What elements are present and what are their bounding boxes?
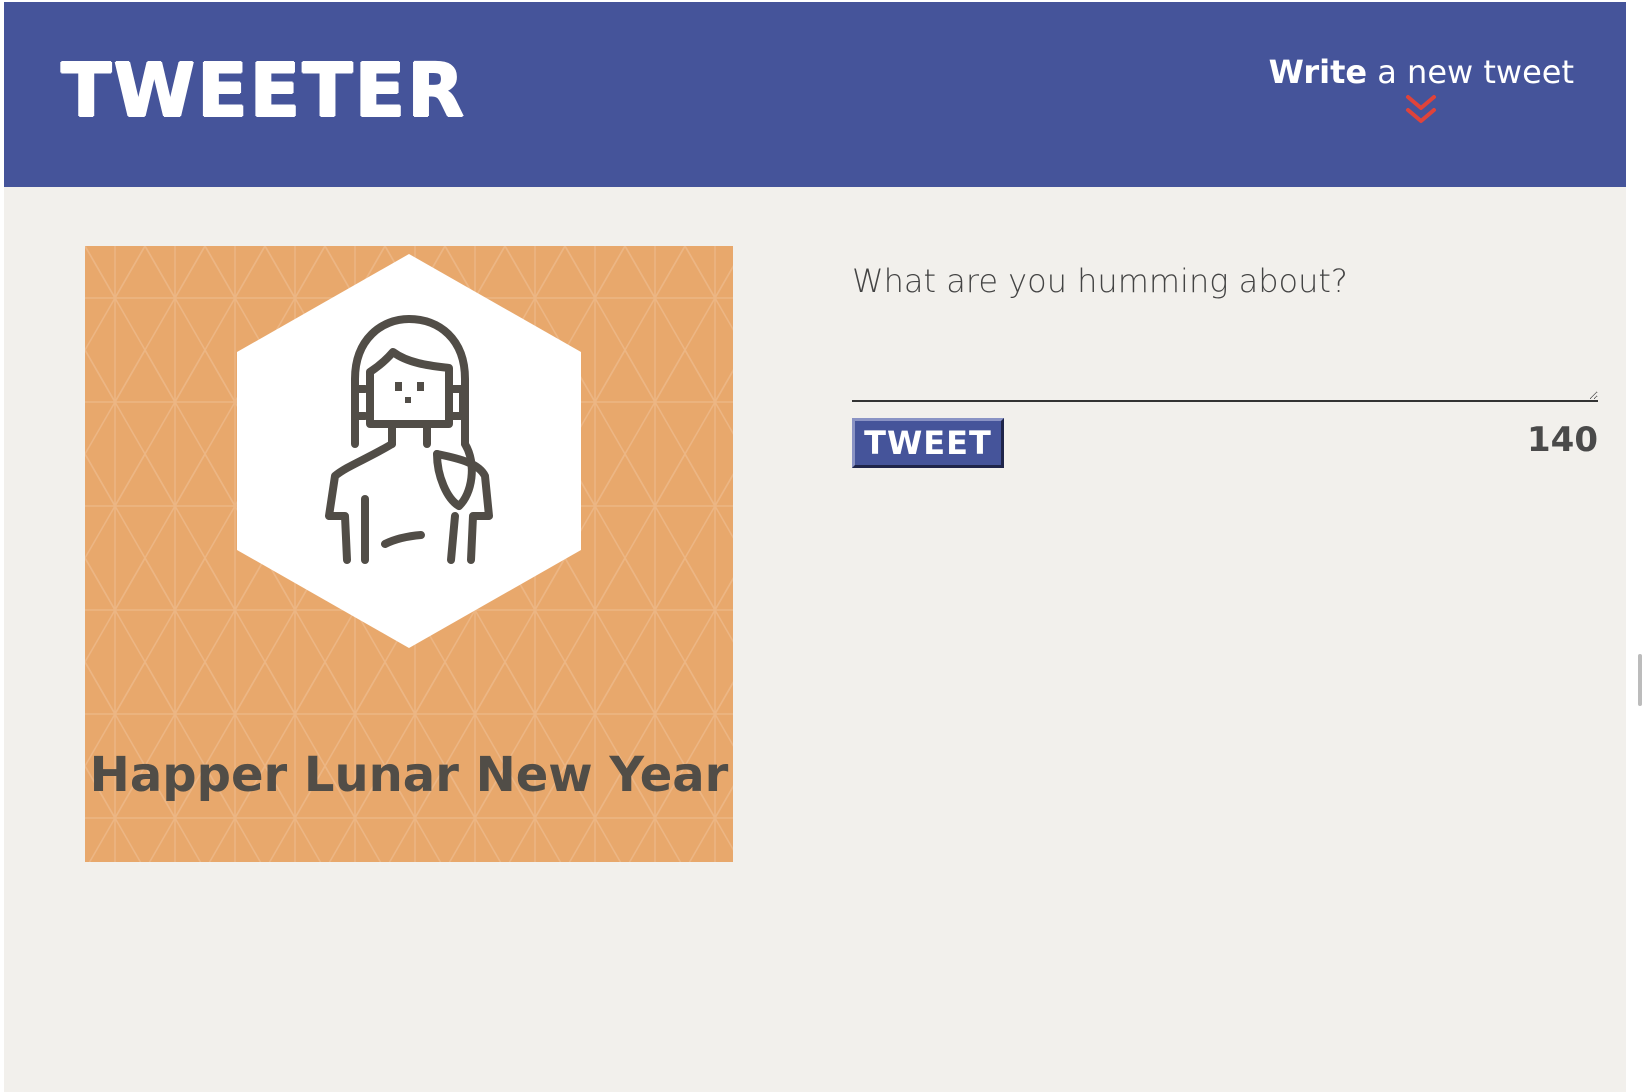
top-nav: TWEETER Write a new tweet — [4, 2, 1626, 187]
tweet-composer: TWEET 140 — [852, 262, 1598, 472]
logo: TWEETER — [61, 48, 467, 134]
tweet-button[interactable]: TWEET — [852, 418, 1004, 468]
char-counter: 140 — [1527, 420, 1598, 460]
page: TWEETER Write a new tweet Happer Lunar N… — [4, 2, 1626, 1092]
write-label-bold: Write — [1268, 53, 1368, 91]
profile-card: Happer Lunar New Year — [85, 246, 733, 862]
profile-name: Happer Lunar New Year — [89, 747, 729, 803]
double-chevron-down-icon — [1406, 94, 1437, 123]
write-new-tweet-toggle[interactable]: Write a new tweet — [1269, 54, 1574, 126]
scrollbar-thumb[interactable] — [1638, 654, 1642, 706]
composer-actions: TWEET 140 — [852, 418, 1598, 472]
user-avatar-icon — [237, 254, 581, 648]
write-new-tweet-label: Write a new tweet — [1269, 54, 1574, 91]
tweet-textarea[interactable] — [852, 262, 1598, 402]
write-label-rest: a new tweet — [1367, 53, 1574, 91]
